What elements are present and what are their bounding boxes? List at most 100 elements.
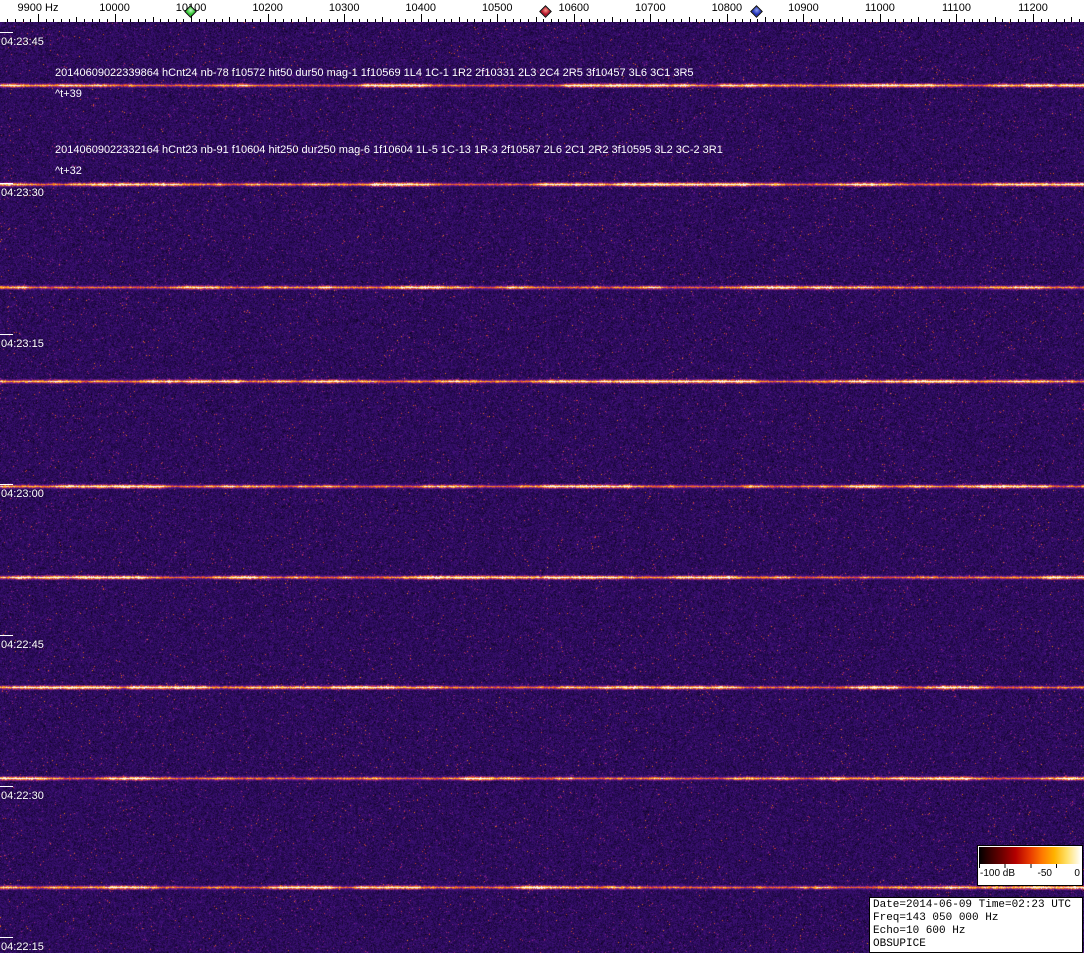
ruler-tick [788,19,790,22]
ruler-tick [1055,19,1057,22]
ruler-label: 10600 [558,2,590,14]
ruler-tick [918,17,920,22]
ruler-tick [53,19,55,22]
ruler-tick [818,19,820,22]
ruler-tick [443,19,445,22]
ruler-tick [673,19,675,22]
ruler-tick [627,19,629,22]
ruler-tick [481,19,483,22]
ruler-tick [259,19,261,22]
ruler-tick [642,19,644,22]
ruler-tick [244,19,246,22]
ruler-label: 10800 [711,2,743,14]
ruler-tick [45,19,47,22]
ruler-tick [872,19,874,22]
ruler-tick [451,19,453,22]
ruler-tick [351,19,353,22]
ruler-tick [420,14,422,22]
ruler-tick [221,19,223,22]
ruler-tick [933,19,935,22]
ruler-tick [703,19,705,22]
ruler-tick [719,19,721,22]
ruler-tick [956,14,958,22]
ruler-label: 11100 [941,2,971,14]
ruler-label: 10700 [635,2,666,14]
ruler-tick [114,14,116,22]
ruler-tick [550,19,552,22]
ruler-label: 10000 [99,2,130,14]
colorbar-mid-label: -50 [1037,868,1052,879]
ruler-tick [198,19,200,22]
ruler-tick [367,19,369,22]
ruler-tick [925,19,927,22]
ruler-tick [1017,19,1019,22]
ruler-tick [428,19,430,22]
ruler-tick [436,19,437,22]
ruler-tick [856,19,858,22]
ruler-tick [267,14,269,22]
ruler-tick [589,19,591,22]
ruler-tick [374,19,376,22]
ruler-tick [206,19,208,22]
ruler-tick [612,17,614,22]
ruler-tick [38,14,39,22]
ruler-tick [252,19,254,22]
ruler-tick [466,19,468,22]
ruler-tick [780,19,782,22]
ruler-label: 10300 [328,2,360,14]
ruler-tick [160,19,162,22]
ruler-tick [941,19,943,22]
ruler-tick [68,19,70,22]
ruler-tick [504,19,506,22]
ruler-tick [558,19,560,22]
ruler-tick [864,19,866,22]
ruler-tick [1078,19,1080,22]
info-freq-line: Freq=143 050 000 Hz [873,912,999,924]
ruler-tick [129,19,131,22]
ruler-tick [742,19,744,22]
ruler-tick [841,17,843,22]
ruler-tick [543,19,545,22]
ruler-tick [1040,19,1042,22]
ruler-tick [910,19,912,22]
ruler-tick [971,19,973,22]
ruler-label: 10400 [405,2,436,14]
spectrogram-view: 9900 Hz100001010010200103001040010500106… [0,0,1084,953]
ruler-tick [665,19,667,22]
ruler-tick [772,19,774,22]
ruler-tick [458,17,460,22]
ruler-tick [60,19,62,22]
ruler-tick [390,19,392,22]
frequency-ruler: 9900 Hz100001010010200103001040010500106… [0,0,1084,22]
ruler-tick [573,14,575,22]
ruler-tick [1033,14,1035,22]
ruler-tick [987,19,989,22]
ruler-tick [535,17,537,22]
ruler-tick [795,19,797,22]
ruler-tick [619,19,621,22]
ruler-tick [849,19,851,22]
ruler-tick [30,19,32,22]
ruler-tick [413,19,415,22]
colorbar-min-label: -100 dB [980,868,1016,879]
ruler-tick [99,19,101,22]
ruler-tick [1025,19,1027,22]
ruler-tick [734,19,736,22]
ruler-label: 9900 Hz [17,2,59,14]
ruler-tick [405,19,407,22]
ruler-tick [290,19,292,22]
ruler-tick [106,19,108,22]
ruler-tick [826,19,828,22]
ruler-tick [811,19,813,22]
ruler-tick [566,19,568,22]
ruler-tick [83,19,85,22]
ruler-tick [964,19,966,22]
ruler-tick [520,19,522,22]
ruler-tick [581,19,583,22]
ruler-label: 10200 [252,2,283,14]
ruler-tick [650,14,652,22]
ruler-tick [726,14,728,22]
ruler-tick [527,19,529,22]
ruler-tick [313,19,315,22]
ruler-tick [168,19,170,22]
